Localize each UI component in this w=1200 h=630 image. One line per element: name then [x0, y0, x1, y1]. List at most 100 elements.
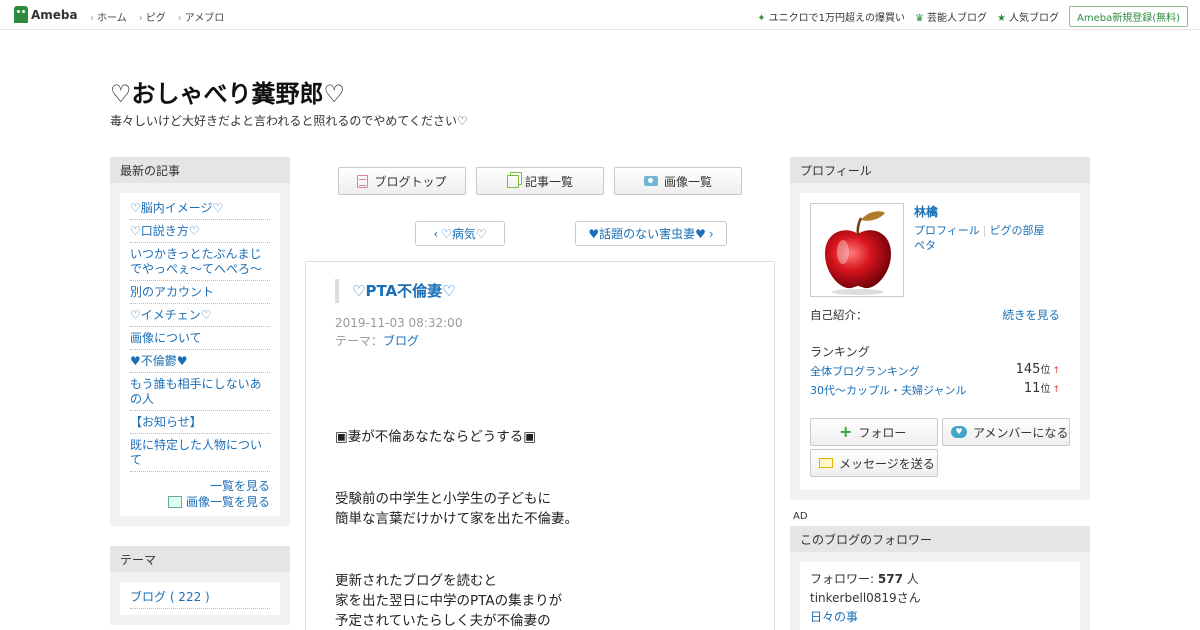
article-title[interactable]: ♡PTA不倫妻♡	[335, 279, 456, 303]
image-list-button[interactable]: 画像一覧	[614, 167, 742, 195]
amember-icon: ♥	[951, 426, 967, 438]
list-item: ブログ ( 222 )	[130, 586, 270, 609]
profile-name[interactable]: 林檎	[914, 203, 938, 220]
self-introduction: 自己紹介： 続きを見る	[810, 307, 1060, 323]
right-sidebar: プロフィール 林檎 プロフィール | ピグの部屋 ペタ 自己紹介： 続きを見る …	[790, 157, 1090, 500]
article-paragraph: ▣妻が不倫あなたならどうする▣	[335, 429, 537, 445]
article-list-icon	[506, 174, 519, 188]
button-label: アメンバーになる	[973, 425, 1069, 440]
blog-top-button[interactable]: ブログトップ	[338, 167, 466, 195]
recent-article-link[interactable]: 別のアカウント	[130, 285, 214, 299]
image-list-icon	[167, 496, 182, 508]
camera-icon	[643, 176, 658, 186]
blog-title[interactable]: ♡おしゃべり糞野郎♡	[110, 74, 345, 109]
ameba-logo[interactable]: Ameba	[14, 6, 78, 23]
recent-more-links: 一覧を見る 画像一覧を見る	[130, 478, 270, 510]
ranking-number: 145	[1015, 362, 1041, 377]
amember-button[interactable]: ♥ アメンバーになる	[942, 418, 1070, 446]
intro-more-link[interactable]: 続きを見る	[1003, 307, 1061, 323]
list-item: 画像について	[130, 327, 270, 350]
article-theme-link[interactable]: ブログ	[383, 334, 419, 348]
ranking-label[interactable]: 全体ブログランキング	[810, 365, 920, 378]
theme-body: ブログ ( 222 )	[120, 582, 280, 615]
separator: |	[982, 224, 987, 237]
follower-count-unit: 人	[906, 572, 919, 586]
profile-box: プロフィール 林檎 プロフィール | ピグの部屋 ペタ 自己紹介： 続きを見る …	[790, 157, 1090, 500]
list-item: ♡イメチェン♡	[130, 304, 270, 327]
list-item: ♡脳内イメージ♡	[130, 197, 270, 220]
article-body: ▣妻が不倫あなたならどうする▣ 受験前の中学生と小学生の子どもに 簡単な言葉だけ…	[335, 427, 578, 630]
mail-icon	[819, 458, 833, 468]
blog-description: 毒々しいけど大好きだよと言われると照れるのでやめてください♡	[110, 114, 468, 128]
list-item: 既に特定した人物について	[130, 434, 270, 472]
profile-heading: プロフィール	[790, 157, 1090, 183]
ranking-heading: ランキング	[810, 345, 870, 359]
recent-article-link[interactable]: 画像について	[130, 331, 202, 345]
nav-pigg[interactable]: ピグ	[139, 9, 166, 24]
profile-link[interactable]: プロフィール	[914, 224, 980, 237]
recent-article-link[interactable]: もう誰も相手にしないあの人	[130, 377, 262, 406]
logo-text: Ameba	[31, 7, 78, 22]
button-label: 記事一覧	[524, 174, 573, 189]
follower-name: tinkerbell0819さん	[810, 591, 921, 605]
followers-heading: このブログのフォロワー	[790, 526, 1090, 552]
nav-ameblo[interactable]: アメブロ	[178, 9, 225, 24]
theme-link[interactable]: ブログ ( 222 )	[130, 590, 210, 604]
followers-body: フォロワー: 577 人 tinkerbell0819さん 日々の事	[800, 562, 1080, 630]
header-link-celebrity[interactable]: ♛ 芸能人ブログ	[915, 9, 987, 24]
header-link-label: 芸能人ブログ	[927, 13, 988, 24]
ranking-label[interactable]: 30代〜カップル・夫婦ジャンル	[810, 384, 966, 397]
article-theme: テーマ：ブログ	[335, 332, 419, 349]
follower-count-label: フォロワー:	[810, 572, 875, 586]
sparkle-icon: ✦	[757, 13, 766, 24]
nav-home[interactable]: ホーム	[90, 9, 127, 24]
recent-article-link[interactable]: ♡口説き方♡	[130, 224, 200, 238]
view-all-images-link[interactable]: 画像一覧を見る	[186, 495, 270, 509]
article-list-button[interactable]: 記事一覧	[476, 167, 604, 195]
recent-article-link[interactable]: ♥不倫鬱♥	[130, 354, 188, 368]
follower-count: フォロワー: 577 人	[810, 570, 1070, 589]
ranking-value: 145位 ↑	[1016, 361, 1060, 377]
avatar[interactable]	[810, 203, 904, 297]
theme-list: ブログ ( 222 )	[130, 586, 270, 609]
list-item: 【お知らせ】	[130, 411, 270, 434]
ranking-unit: 位	[1040, 384, 1051, 395]
global-header: Ameba ホーム ピグ アメブロ ✦ユニクロで1万円超えの爆買い ♛芸能人ブロ…	[0, 0, 1200, 30]
list-item: ♡口説き方♡	[130, 220, 270, 243]
ranking-number: 11	[1023, 381, 1041, 396]
previous-article-label: ♡病気♡	[441, 227, 487, 241]
left-sidebar: 最新の記事 ♡脳内イメージ♡ ♡口説き方♡ いつかきっとたぶんまじでやっぺぇ～て…	[110, 157, 290, 625]
pigg-room-link[interactable]: ピグの部屋	[990, 224, 1045, 237]
recent-article-link[interactable]: ♡脳内イメージ♡	[130, 201, 223, 215]
header-link-uniqlo[interactable]: ✦ ユニクロで1万円超えの爆買い	[757, 9, 905, 24]
recent-articles-body: ♡脳内イメージ♡ ♡口説き方♡ いつかきっとたぶんまじでやっぺぇ～てへぺろ～ 別…	[120, 193, 280, 516]
next-article-button[interactable]: ♥話題のない害虫妻♥ ›	[575, 221, 727, 246]
followers-box: このブログのフォロワー フォロワー: 577 人 tinkerbell0819さ…	[790, 526, 1090, 630]
recent-articles-list: ♡脳内イメージ♡ ♡口説き方♡ いつかきっとたぶんまじでやっぺぇ～てへぺろ～ 別…	[130, 197, 270, 472]
ranking-value: 11位 ↑	[1024, 380, 1060, 396]
theme-heading: テーマ	[110, 546, 290, 572]
recent-article-link[interactable]: ♡イメチェン♡	[130, 308, 212, 322]
send-message-button[interactable]: メッセージを送る	[810, 449, 938, 477]
ranking-unit: 位	[1040, 365, 1051, 376]
profile-body: 林檎 プロフィール | ピグの部屋 ペタ 自己紹介： 続きを見る ランキング 全体ブ…	[800, 193, 1080, 490]
previous-article-button[interactable]: ‹ ♡病気♡	[415, 221, 505, 246]
follow-button[interactable]: + フォロー	[810, 418, 938, 446]
intro-label: 自己紹介：	[810, 308, 868, 322]
recent-article-link[interactable]: 既に特定した人物について	[130, 438, 262, 467]
recent-article-link[interactable]: いつかきっとたぶんまじでやっぺぇ～てへぺろ～	[130, 247, 262, 276]
list-item: 別のアカウント	[130, 281, 270, 304]
signup-button[interactable]: Ameba新規登録(無料)	[1068, 6, 1188, 27]
follower-blog-link[interactable]: 日々の事	[810, 610, 858, 624]
article-theme-label: テーマ：	[335, 334, 384, 348]
peta-link[interactable]: ペタ	[914, 239, 936, 252]
button-label: フォロー	[858, 425, 907, 440]
view-all-articles-link[interactable]: 一覧を見る	[210, 479, 270, 493]
list-item: もう誰も相手にしないあの人	[130, 373, 270, 411]
red-apple-image	[825, 211, 891, 295]
document-icon	[357, 174, 369, 188]
recent-article-link[interactable]: 【お知らせ】	[130, 415, 202, 429]
theme-box: テーマ ブログ ( 222 )	[110, 546, 290, 625]
article-date: 2019-11-03 08:32:00	[335, 316, 463, 330]
header-link-popular[interactable]: ★ 人気ブログ	[997, 9, 1059, 24]
